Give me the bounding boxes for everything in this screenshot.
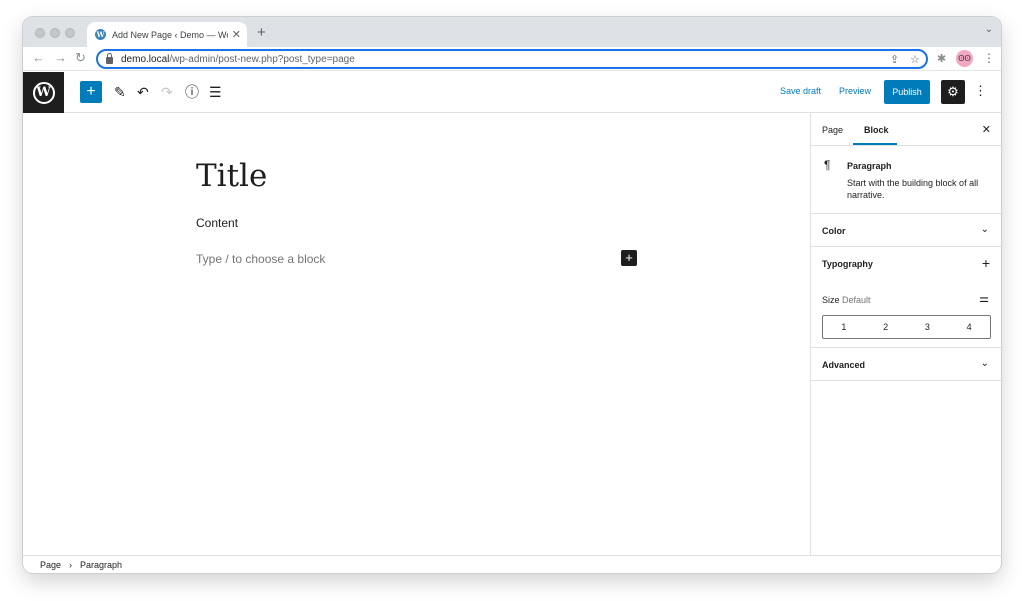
lock-icon[interactable] — [106, 53, 113, 64]
color-panel[interactable]: Color ⌄ — [811, 214, 1001, 247]
forward-arrow-icon[interactable]: → — [54, 51, 67, 65]
wordpress-logo-button[interactable]: W — [23, 72, 64, 113]
browser-window: Add New Page ‹ Demo — Word ✕ + ⌄ ← → ↻ d… — [23, 17, 1001, 573]
breadcrumb-item-page[interactable]: Page — [40, 560, 61, 570]
save-draft-button[interactable]: Save draft — [780, 86, 821, 96]
chevron-down-icon[interactable]: ⌄ — [981, 224, 989, 235]
options-kebab-icon[interactable]: ⋮ — [974, 83, 987, 99]
font-size-picker: 1 2 3 4 — [822, 315, 991, 339]
close-sidebar-icon[interactable]: ✕ — [982, 123, 991, 136]
font-size-label: Size Default — [822, 295, 871, 305]
chevron-down-icon[interactable]: ⌄ — [981, 358, 989, 369]
publish-button[interactable]: Publish — [884, 80, 930, 104]
wordpress-logo-icon: W — [32, 81, 55, 104]
settings-sidebar: Page Block ✕ ¶ Paragraph Start with the … — [810, 113, 1001, 555]
color-panel-title: Color — [822, 226, 846, 236]
undo-icon[interactable]: ↶ — [137, 82, 149, 102]
browser-toolbar: ← → ↻ demo.local/wp-admin/post-new.php?p… — [23, 47, 1001, 71]
advanced-panel[interactable]: Advanced ⌄ — [811, 348, 1001, 381]
advanced-panel-title: Advanced — [822, 360, 866, 370]
typography-panel-title: Typography — [822, 259, 873, 269]
font-size-value: Default — [842, 295, 871, 305]
paragraph-block[interactable]: Content — [196, 216, 238, 230]
block-appender-placeholder[interactable]: Type / to choose a block — [196, 252, 325, 266]
new-tab-icon[interactable]: + — [257, 24, 266, 41]
tab-search-icon[interactable]: ⌄ — [985, 24, 993, 35]
wordpress-favicon-icon — [95, 29, 106, 40]
block-name: Paragraph — [847, 161, 892, 171]
back-arrow-icon[interactable]: ← — [32, 51, 45, 65]
block-description: Start with the building block of all nar… — [847, 178, 979, 200]
url-host: demo.local — [121, 53, 170, 65]
tab-title: Add New Page ‹ Demo — Word — [112, 29, 228, 40]
font-size-option[interactable]: 2 — [865, 316, 907, 338]
editor-canvas[interactable]: Title Content Type / to choose a block + — [23, 113, 810, 555]
add-block-button[interactable]: + — [80, 81, 102, 103]
breadcrumb-separator-icon: › — [69, 559, 73, 570]
typography-panel: Typography + Size Default ⚌ 1 2 3 4 — [811, 247, 1001, 348]
reload-icon[interactable]: ↻ — [75, 51, 86, 65]
sidebar-tabs: Page Block ✕ — [811, 113, 1001, 146]
post-title[interactable]: Title — [196, 158, 267, 194]
redo-icon[interactable]: ↷ — [161, 82, 173, 102]
extensions-icon[interactable]: ✱ — [937, 52, 946, 65]
preview-button[interactable]: Preview — [839, 86, 871, 96]
font-size-option[interactable]: 1 — [823, 316, 865, 338]
browser-tab[interactable]: Add New Page ‹ Demo — Word ✕ — [87, 22, 247, 47]
share-icon[interactable]: ⇪ — [890, 53, 899, 66]
window-zoom-dot[interactable] — [65, 28, 75, 38]
browser-menu-icon[interactable]: ⋮ — [983, 51, 995, 65]
custom-size-sliders-icon[interactable]: ⚌ — [979, 292, 989, 305]
editor-header: W + ✎ ↶ ↷ ⓘ ☰ Save draft Preview Publish… — [23, 72, 1001, 113]
address-bar[interactable]: demo.local/wp-admin/post-new.php?post_ty… — [96, 49, 928, 69]
tab-block[interactable]: Block — [864, 125, 889, 135]
active-tab-indicator — [853, 143, 897, 145]
inline-add-block-icon[interactable]: + — [621, 250, 637, 266]
font-size-option[interactable]: 4 — [948, 316, 990, 338]
settings-gear-icon[interactable]: ⚙ — [941, 80, 965, 104]
font-size-option[interactable]: 3 — [907, 316, 949, 338]
profile-avatar-icon[interactable]: ʘʘ — [956, 50, 973, 67]
window-close-dot[interactable] — [35, 28, 45, 38]
font-size-label-text: Size — [822, 295, 840, 305]
bookmark-star-icon[interactable]: ☆ — [910, 53, 920, 66]
paragraph-pilcrow-icon: ¶ — [824, 158, 831, 172]
window-minimize-dot[interactable] — [50, 28, 60, 38]
browser-tab-strip: Add New Page ‹ Demo — Word ✕ + ⌄ — [23, 17, 1001, 47]
block-card: ¶ Paragraph Start with the building bloc… — [811, 146, 1001, 214]
tab-close-icon[interactable]: ✕ — [232, 28, 241, 41]
typography-options-plus-icon[interactable]: + — [982, 255, 990, 271]
info-icon[interactable]: ⓘ — [185, 82, 199, 102]
block-breadcrumb: Page › Paragraph — [23, 555, 1001, 573]
list-view-icon[interactable]: ☰ — [209, 82, 222, 102]
edit-pencil-icon[interactable]: ✎ — [114, 82, 126, 102]
url-path: /wp-admin/post-new.php?post_type=page — [169, 53, 355, 65]
tab-page[interactable]: Page — [822, 125, 843, 135]
breadcrumb-item-paragraph[interactable]: Paragraph — [80, 560, 122, 570]
